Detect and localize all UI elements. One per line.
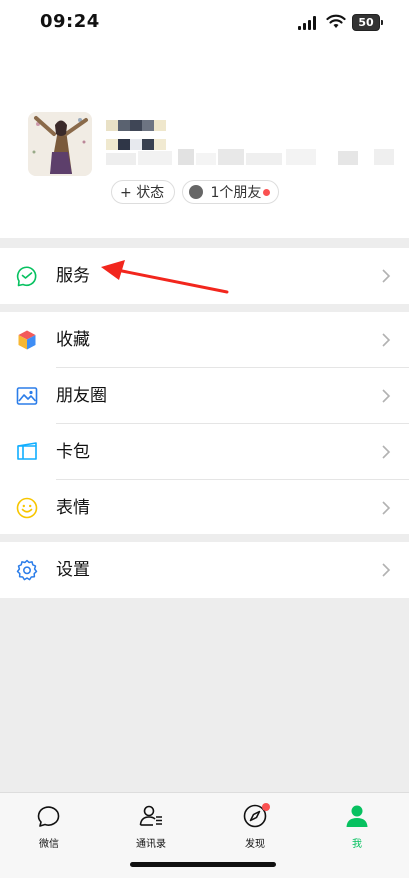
add-status-label: 状态 (136, 185, 165, 201)
card-wallet-icon (17, 442, 37, 460)
menu-item-favorites[interactable]: 收藏 (0, 312, 409, 368)
chevron-right-icon (382, 389, 391, 403)
add-status-button[interactable]: + 状态 (111, 180, 175, 204)
tab-chats[interactable]: 微信 (14, 803, 84, 850)
menu-item-settings[interactable]: 设置 (0, 542, 409, 598)
avatar-illustration (28, 112, 92, 176)
account-id-redacted (106, 149, 394, 165)
tab-label-contacts: 通讯录 (136, 839, 166, 850)
menu-label-stickers: 表情 (56, 498, 90, 518)
friends-status-button[interactable]: 1个朋友 (182, 180, 279, 204)
tab-contacts[interactable]: 通讯录 (116, 803, 186, 850)
tab-me[interactable]: 我 (322, 803, 392, 850)
chevron-right-icon (382, 501, 391, 515)
chevron-right-icon (382, 269, 391, 283)
menu-label-settings: 设置 (56, 560, 90, 580)
profile-avatar[interactable] (28, 112, 92, 176)
chevron-right-icon (382, 563, 391, 577)
chat-bubble-icon (37, 806, 60, 827)
profile-header[interactable]: + 状态 1个朋友 (0, 48, 409, 238)
menu-label-favorites: 收藏 (56, 330, 90, 350)
moments-photo-icon (16, 387, 38, 405)
chevron-right-icon (382, 445, 391, 459)
cellular-signal-icon (298, 16, 316, 30)
clock: 09:24 (40, 11, 100, 32)
status-bar: 09:24 50 (0, 0, 409, 48)
menu-item-stickers[interactable]: 表情 (0, 480, 409, 536)
discover-badge-dot (262, 803, 270, 811)
menu-item-moments[interactable]: 朋友圈 (0, 368, 409, 424)
plus-icon: + (120, 185, 132, 201)
contacts-icon (139, 805, 162, 826)
person-icon (346, 805, 368, 827)
wifi-icon (326, 14, 346, 28)
menu-label-cards: 卡包 (56, 442, 90, 462)
gear-icon (16, 559, 38, 581)
chevron-right-icon (382, 333, 391, 347)
battery-indicator: 50 (352, 14, 383, 31)
notification-dot (263, 189, 270, 196)
menu-item-cards[interactable]: 卡包 (0, 424, 409, 480)
settings-section: 设置 (0, 542, 409, 598)
annotation-arrow (101, 260, 229, 294)
smiley-icon (16, 497, 38, 519)
tab-label-me: 我 (352, 839, 362, 850)
tab-discover[interactable]: 发现 (220, 803, 290, 850)
nickname-redacted (106, 116, 168, 150)
home-indicator[interactable] (130, 862, 276, 867)
tab-label-chats: 微信 (39, 839, 59, 850)
service-icon (16, 266, 37, 287)
friends-status-label: 1个朋友 (210, 185, 262, 201)
features-section: 收藏 朋友圈 卡包 表情 (0, 312, 409, 534)
tab-label-discover: 发现 (245, 839, 265, 850)
menu-label-moments: 朋友圈 (56, 386, 107, 406)
menu-label-service: 服务 (56, 266, 90, 286)
favorites-cube-icon (18, 330, 36, 350)
friend-avatar-icon (189, 185, 203, 199)
